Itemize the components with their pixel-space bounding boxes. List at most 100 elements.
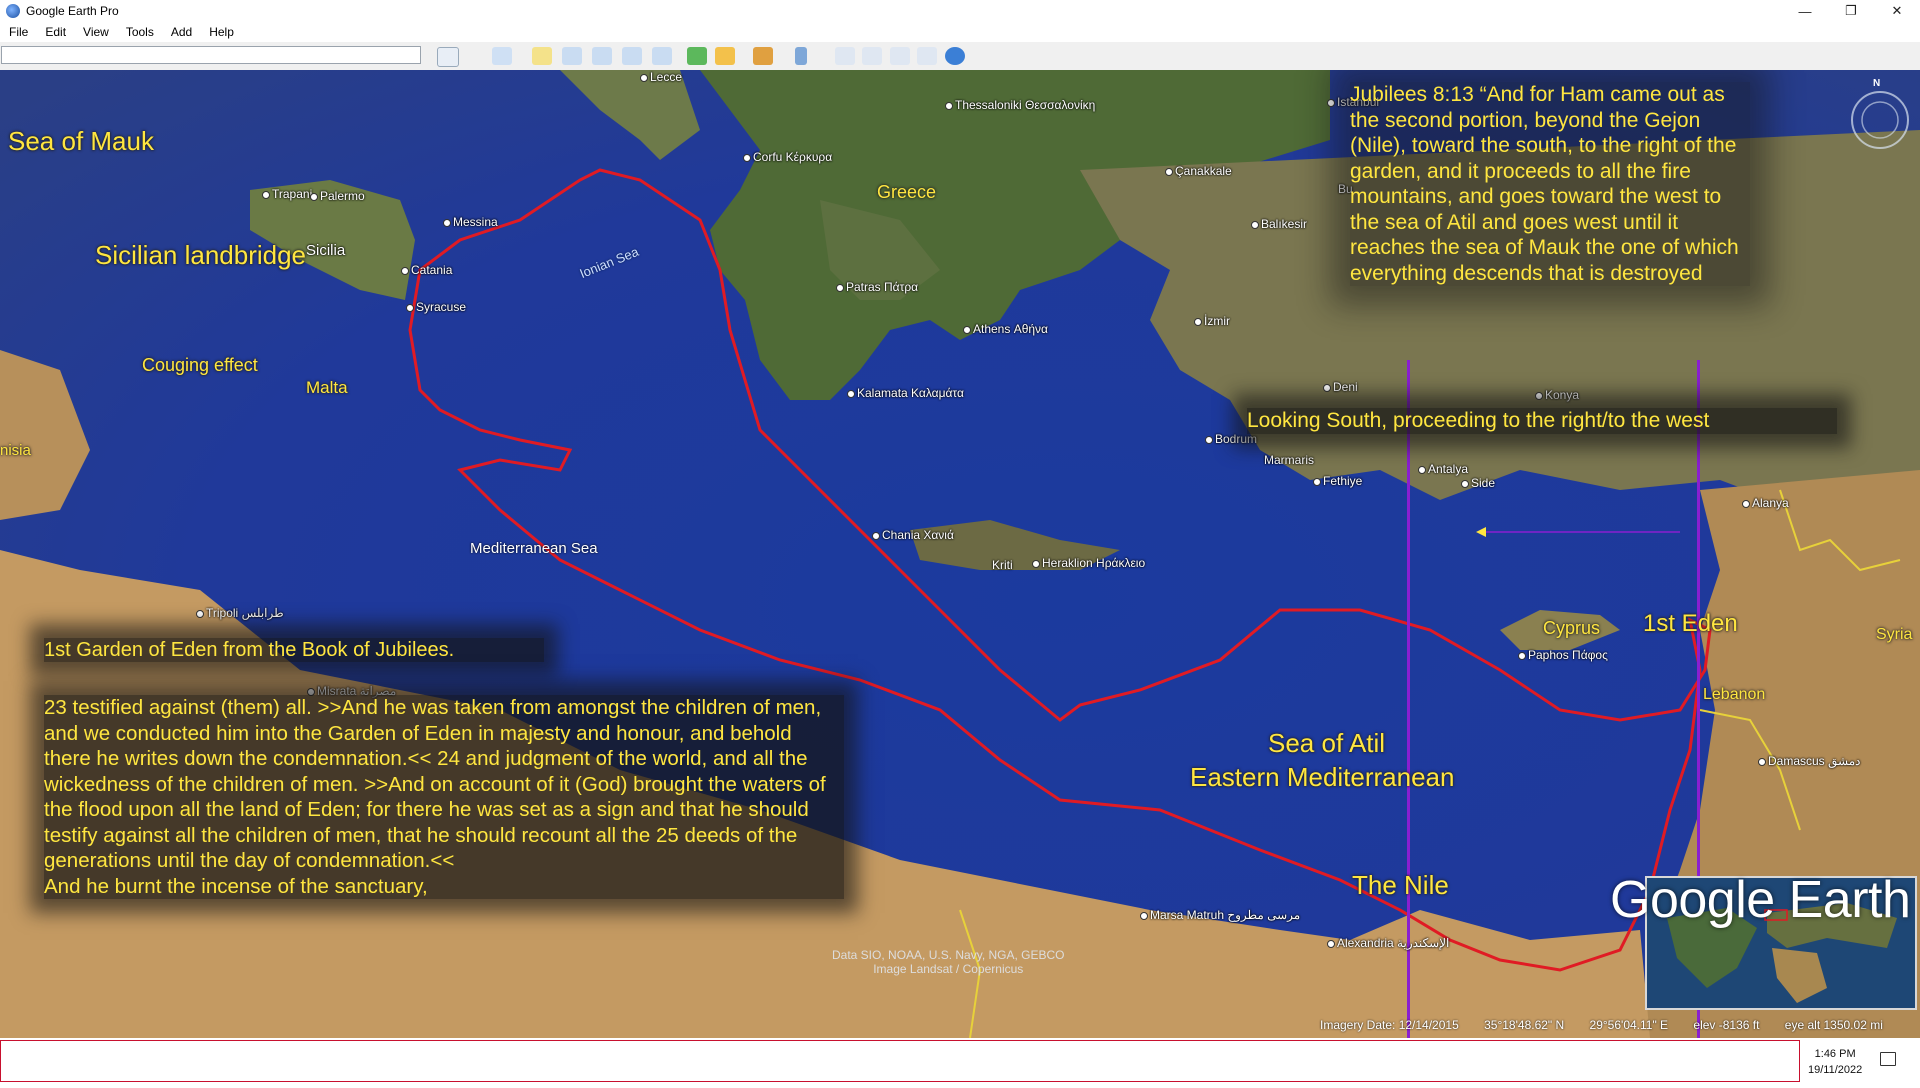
historical-imagery-icon[interactable] (687, 47, 707, 65)
label-first-eden: 1st Eden (1643, 610, 1738, 637)
place-marsa-matruh[interactable]: Marsa Matruh مرسى مطروح (1140, 908, 1300, 922)
label-cyprus: Cyprus (1543, 618, 1601, 638)
record-tour-icon[interactable] (652, 47, 672, 65)
toolbar (0, 42, 1920, 71)
place-bodrum[interactable]: Bodrum (1205, 432, 1257, 446)
add-polygon-icon[interactable] (562, 47, 582, 65)
search-input[interactable] (1, 46, 421, 64)
print-icon[interactable] (862, 47, 882, 65)
compass-north-label[interactable]: N (1873, 78, 1880, 89)
clock-date: 19/11/2022 (1808, 1064, 1863, 1076)
label-couging-effect: Couging effect (142, 355, 258, 375)
label-sea-of-mauk: Sea of Mauk (8, 126, 154, 156)
close-button[interactable]: ✕ (1874, 0, 1920, 22)
attribution-line-1: Data SIO, NOAA, U.S. Navy, NGA, GEBCO (832, 948, 1065, 962)
notification-icon[interactable] (1880, 1052, 1896, 1066)
place-patras[interactable]: Patras Πάτρα (836, 280, 918, 294)
place-alanya[interactable]: Alanya (1742, 496, 1789, 510)
place-thessaloniki[interactable]: Thessaloniki Θεσσαλονίκη (945, 98, 1095, 112)
place-side[interactable]: Side (1461, 476, 1495, 490)
place-canakkale[interactable]: Çanakkale (1165, 164, 1232, 178)
menu-tools[interactable]: Tools (117, 25, 162, 39)
imagery-date: Imagery Date: 12/14/2015 (1320, 1018, 1459, 1032)
sunlight-icon[interactable] (715, 47, 735, 65)
place-heraklion[interactable]: Heraklion Ηράκλειο (1032, 556, 1145, 570)
place-athens[interactable]: Athens Αθήνα (963, 322, 1048, 336)
menu-file[interactable]: File (0, 25, 36, 39)
map-view[interactable]: N Sea of Mauk Sicilian landbridge Cougin… (0, 70, 1920, 1038)
add-placemark-icon[interactable] (532, 47, 552, 65)
sidebar-toggle-icon[interactable] (492, 47, 512, 65)
eden-body-text: 23 testified against (them) all. >>And h… (44, 696, 826, 872)
eden-title-note: 1st Garden of Eden from the Book of Jubi… (44, 638, 544, 662)
email-icon[interactable] (835, 47, 855, 65)
menu-help[interactable]: Help (200, 25, 242, 39)
place-trapani[interactable]: Trapani (262, 187, 312, 201)
taskbar: 1:46 PM 19/11/2022 (0, 1038, 1920, 1088)
ruler-icon[interactable] (795, 47, 807, 65)
label-sicilia: Sicilia (306, 242, 346, 259)
status-bar: Imagery Date: 12/14/2015 35°18'48.62" N … (1320, 1018, 1905, 1032)
label-greece: Greece (877, 182, 937, 202)
place-konya[interactable]: Konya (1535, 388, 1579, 402)
place-catania[interactable]: Catania (401, 263, 452, 277)
menu-edit[interactable]: Edit (36, 25, 74, 39)
label-sicilian-landbridge: Sicilian landbridge (95, 240, 307, 270)
add-path-icon[interactable] (592, 47, 612, 65)
google-earth-app-icon (6, 4, 20, 18)
earth-icon[interactable] (945, 47, 965, 65)
place-balikesir[interactable]: Balıkesir (1251, 217, 1307, 231)
system-clock[interactable]: 1:46 PM 19/11/2022 (1808, 1046, 1862, 1078)
label-lebanon: Lebanon (1703, 686, 1766, 703)
view-in-maps-icon[interactable] (917, 47, 937, 65)
elevation: elev -8136 ft (1693, 1018, 1760, 1032)
place-damascus[interactable]: Damascus دمشق (1758, 754, 1861, 768)
image-overlay-icon[interactable] (622, 47, 642, 65)
label-sea-of-atil: Sea of Atil (1268, 728, 1386, 758)
label-eastern-mediterranean: Eastern Mediterranean (1190, 762, 1455, 792)
eden-last-text: And he burnt the incense of the sanctuar… (44, 874, 428, 898)
label-malta: Malta (306, 378, 348, 397)
longitude: 29°56'04.11" E (1589, 1018, 1669, 1032)
place-deni[interactable]: Deni (1323, 380, 1358, 394)
place-lecce[interactable]: Lecce (640, 70, 682, 84)
label-nisia: nisia (0, 442, 31, 459)
imagery-attribution: Data SIO, NOAA, U.S. Navy, NGA, GEBCO Im… (832, 948, 1065, 976)
window-title: Google Earth Pro (26, 4, 119, 18)
place-izmir[interactable]: İzmir (1194, 314, 1230, 328)
title-bar: Google Earth Pro — ❐ ✕ (0, 0, 1920, 22)
menu-add[interactable]: Add (162, 25, 200, 39)
label-marmaris: Marmaris (1264, 453, 1314, 467)
place-corfu[interactable]: Corfu Κέρκυρα (743, 150, 832, 164)
eye-altitude: eye alt 1350.02 mi (1784, 1018, 1883, 1032)
jubilees-note: Jubilees 8:13 “And for Ham came out as t… (1350, 82, 1750, 286)
place-messina[interactable]: Messina (443, 215, 498, 229)
taskbar-strip (0, 1040, 1800, 1082)
label-mediterranean-sea: Mediterranean Sea (470, 540, 598, 557)
menu-view[interactable]: View (74, 25, 117, 39)
latitude: 35°18'48.62" N (1484, 1018, 1565, 1032)
save-image-icon[interactable] (890, 47, 910, 65)
eden-body-note: 23 testified against (them) all. >>And h… (44, 695, 844, 899)
menu-bar: File Edit View Tools Add Help (0, 22, 1920, 42)
label-the-nile: The Nile (1352, 870, 1449, 900)
place-chania[interactable]: Chania Χανιά (872, 528, 954, 542)
clock-time: 1:46 PM (1814, 1048, 1856, 1060)
place-kalamata[interactable]: Kalamata Καλαμάτα (847, 386, 964, 400)
window-controls: — ❐ ✕ (1782, 0, 1920, 22)
google-earth-logo: Google Earth (1610, 871, 1911, 929)
label-syria: Syria (1876, 626, 1913, 643)
place-paphos[interactable]: Paphos Πάφος (1518, 648, 1608, 662)
planet-switch-icon[interactable] (753, 47, 773, 65)
attribution-line-2: Image Landsat / Copernicus (873, 962, 1024, 976)
place-syracuse[interactable]: Syracuse (406, 300, 466, 314)
place-tripoli[interactable]: Tripoli طرابلس (196, 606, 284, 620)
search-icon[interactable] (437, 47, 459, 67)
place-palermo[interactable]: Palermo (310, 189, 365, 203)
place-kriti[interactable]: Kriti (992, 558, 1013, 572)
place-antalya[interactable]: Antalya (1418, 462, 1468, 476)
place-fethiye[interactable]: Fethiye (1313, 474, 1362, 488)
restore-button[interactable]: ❐ (1828, 0, 1874, 22)
place-alexandria[interactable]: Alexandria الإسكندرية (1327, 936, 1449, 950)
minimize-button[interactable]: — (1782, 0, 1828, 22)
